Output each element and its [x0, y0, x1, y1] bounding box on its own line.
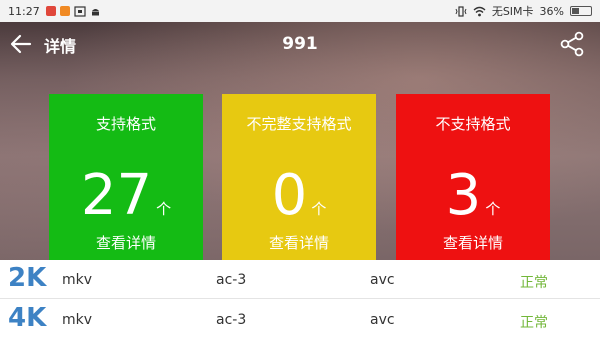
- page-title: 详情: [44, 37, 77, 56]
- view-details-link[interactable]: 查看详情: [49, 232, 203, 253]
- card-count-wrap: 0个: [222, 166, 376, 239]
- screenshot-icon: [74, 5, 86, 17]
- status-label: 正常: [520, 315, 548, 331]
- unsupported-formats-card[interactable]: 不支持格式 3个 查看详情: [396, 94, 550, 260]
- status-bar: 11:27 无SIM卡 36%: [0, 0, 600, 22]
- container-cell: mkv: [62, 272, 93, 288]
- format-row[interactable]: 4K mkv ac-3 avc 正常: [0, 300, 600, 338]
- card-title: 不完整支持格式: [246, 115, 352, 133]
- vibrate-icon: [455, 5, 467, 17]
- media-title: 991: [282, 34, 318, 54]
- supported-formats-card[interactable]: 支持格式 27 个 查看详情: [49, 94, 203, 260]
- incomplete-formats-card[interactable]: 不完整支持格式 0个 查看详情: [222, 94, 376, 260]
- resolution-label: 2K: [8, 263, 47, 293]
- audio-codec-cell: ac-3: [216, 312, 247, 328]
- card-count: 27: [80, 163, 153, 228]
- share-icon[interactable]: [558, 30, 586, 58]
- container-cell: mkv: [62, 312, 93, 328]
- status-label: 正常: [520, 275, 548, 291]
- wifi-icon: [473, 6, 486, 16]
- battery-icon: [570, 6, 592, 16]
- video-codec-cell: avc: [370, 312, 395, 328]
- back-arrow-icon[interactable]: [8, 32, 34, 56]
- format-row[interactable]: 2K mkv ac-3 avc 正常: [0, 260, 600, 299]
- card-title: 不支持格式: [435, 115, 511, 133]
- card-unit: 个: [156, 200, 172, 218]
- card-count: 3: [445, 163, 482, 228]
- audio-codec-cell: ac-3: [216, 272, 247, 288]
- card-unit: 个: [485, 200, 501, 218]
- battery-percent: 36%: [539, 4, 564, 18]
- video-codec-cell: avc: [370, 272, 395, 288]
- status-time: 11:27: [8, 4, 40, 18]
- notification-orange-icon: [59, 6, 70, 16]
- android-icon: [91, 8, 99, 15]
- card-count-wrap: 3个: [396, 166, 550, 239]
- card-count: 0: [271, 163, 308, 228]
- card-count-wrap: 27 个: [49, 166, 203, 239]
- view-details-link[interactable]: 查看详情: [396, 232, 550, 253]
- resolution-label: 4K: [8, 303, 47, 333]
- card-title: 支持格式: [95, 115, 156, 133]
- app-bar: 详情 991: [0, 22, 600, 66]
- notification-red-icon: [45, 6, 56, 16]
- view-details-link[interactable]: 查看详情: [222, 232, 376, 253]
- sim-status-text: 无SIM卡: [491, 5, 534, 18]
- card-unit: 个: [311, 200, 327, 218]
